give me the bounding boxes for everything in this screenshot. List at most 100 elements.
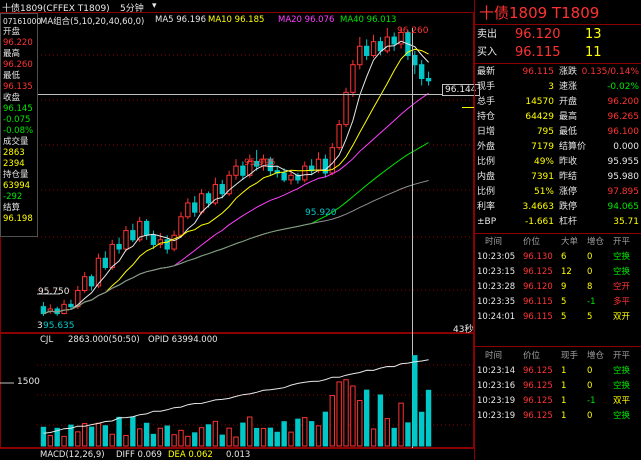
stat-value: 49% <box>533 157 554 167</box>
tick-oi-change: 0 <box>587 411 593 421</box>
volume-axis-label: 1500 <box>17 377 40 387</box>
candle-body <box>178 216 184 236</box>
ask-label: 卖出 <box>477 29 497 40</box>
tick-type: 双平 <box>613 396 631 406</box>
volume-value: 2863 <box>3 148 25 158</box>
candle-body <box>377 41 384 52</box>
tick-time: 10:23:16 <box>477 381 516 391</box>
candle-body <box>40 306 47 315</box>
volume-bar <box>102 425 109 447</box>
chevron-down-icon[interactable]: ▾ <box>152 1 157 11</box>
column-header: 时间 <box>485 351 503 361</box>
bid-label: 买入 <box>477 47 497 58</box>
candle-body <box>302 165 308 181</box>
stat-value: -1.661 <box>524 217 554 227</box>
kline-chart-area[interactable]: 十债1809(CFFEX T1809) 5分钟 ▾ MA组合(5,10,20,4… <box>0 0 480 460</box>
volume-bar <box>171 434 177 447</box>
tick-type: 空换 <box>613 252 631 262</box>
stat-value: 3.4663 <box>522 202 555 212</box>
tick-oi-change: 5 <box>587 312 593 322</box>
candle-body <box>130 230 136 241</box>
stat-label: 内盘 <box>477 172 496 182</box>
tick-row[interactable]: 10:23:19 96.125 1 -1 双平 <box>475 394 641 409</box>
stat-value: 94.065 <box>607 202 640 212</box>
stat-label: 比例 <box>477 187 496 197</box>
tick-time: 10:23:19 <box>477 396 516 406</box>
volume-bar <box>343 379 349 447</box>
tick-list-header: 时间 价位 现手 增仓 开平 <box>475 349 641 364</box>
countdown-label: 43秒 <box>453 325 474 335</box>
candle-body <box>219 184 225 195</box>
stat-label: 涨停 <box>559 187 578 197</box>
candle-body <box>233 165 239 176</box>
volume-bar <box>240 422 246 447</box>
candle-body <box>343 91 349 126</box>
tick-qty: 5 <box>561 297 567 307</box>
tick-row[interactable]: 10:23:35 96.115 5 -1 多平 <box>475 295 641 310</box>
tick-qty: 6 <box>561 252 567 262</box>
stat-label: 涨跌 <box>559 67 578 77</box>
candle-body <box>171 234 177 250</box>
ma5-value: MA5 96.196 <box>155 15 206 25</box>
stat-value: 7391 <box>531 172 554 182</box>
candle-body <box>425 78 432 82</box>
tick-qty: 1 <box>561 366 567 376</box>
tick-qty: 9 <box>561 282 567 292</box>
ask-price: 96.120 <box>515 27 561 42</box>
volume-bar <box>336 381 342 447</box>
tick-row[interactable]: 10:23:19 96.125 1 0 空换 <box>475 409 641 424</box>
tick-price: 96.130 <box>523 252 553 262</box>
oi-change-value: -292 <box>3 192 23 202</box>
tick-row[interactable]: 10:23:05 96.130 6 0 空换 <box>475 250 641 265</box>
stat-value: -0.02% <box>607 82 639 92</box>
stat-value: 64429 <box>525 112 554 122</box>
period-selector[interactable]: 5分钟 <box>120 1 144 14</box>
stat-label: 最新 <box>477 67 496 77</box>
kline-chart-svg[interactable] <box>0 0 474 460</box>
tick-row[interactable]: 10:23:28 96.120 9 8 空开 <box>475 280 641 295</box>
volume-bar <box>116 416 122 447</box>
candle-body <box>88 276 95 287</box>
tick-row[interactable]: 10:24:01 96.115 5 5 双开 <box>475 310 641 325</box>
bid-price: 96.115 <box>515 45 561 60</box>
ask-row[interactable]: 卖出 96.120 13 <box>475 27 641 43</box>
tick-type: 双开 <box>613 312 631 322</box>
volume-bar <box>143 422 150 447</box>
stat-row: 利率 3.4663 跌停 94.065 <box>475 201 641 214</box>
candle-body <box>363 45 370 56</box>
stat-value: 96.100 <box>607 127 640 137</box>
tick-qty: 12 <box>561 267 572 277</box>
stat-label: 跌停 <box>559 202 578 212</box>
candle-body <box>102 257 109 268</box>
settle-value: 96.198 <box>3 214 33 224</box>
volume-bar <box>61 435 67 447</box>
column-header: 时间 <box>485 237 503 247</box>
candle-body <box>350 64 356 93</box>
ma-group-label[interactable]: MA组合(5,10,20,40,60,0) <box>40 15 144 27</box>
oi-label: 持仓量 <box>3 170 29 180</box>
stat-label: ±BP <box>477 217 497 227</box>
stat-row: 比例 49% 昨收 95.955 <box>475 156 641 169</box>
macd-label[interactable]: MACD(12,26,9) <box>40 450 105 460</box>
tick-row[interactable]: 10:23:14 96.125 1 0 空换 <box>475 364 641 379</box>
cjl-label[interactable]: CJL <box>40 335 53 345</box>
tick-row[interactable]: 10:23:15 96.125 12 0 空换 <box>475 265 641 280</box>
volume-bar <box>370 428 377 447</box>
axis-price-label: 95.750 <box>38 287 70 297</box>
stat-row: 最新 96.115 涨跌 0.135/0.14% <box>475 66 641 79</box>
stat-row: 比例 51% 涨停 97.895 <box>475 186 641 199</box>
tick-row[interactable]: 10:23:16 96.125 1 0 空换 <box>475 379 641 394</box>
tick-oi-change: 8 <box>587 282 593 292</box>
candle-body <box>315 158 322 172</box>
volume-bar <box>47 435 54 447</box>
volume-bar <box>295 418 301 447</box>
bid-row[interactable]: 买入 96.115 11 <box>475 45 641 61</box>
change-pct-value: -0.08% <box>3 126 34 136</box>
volume-bar <box>137 428 143 447</box>
tick-qty: 1 <box>561 411 567 421</box>
bar-info-box: 07161000 开盘 96.220 最高 96.260 最低 96.135 收… <box>0 13 41 237</box>
volume-bar <box>164 425 170 447</box>
tick-type: 多平 <box>613 297 631 307</box>
volume-bar <box>150 433 157 447</box>
column-header: 大单 <box>561 237 579 247</box>
